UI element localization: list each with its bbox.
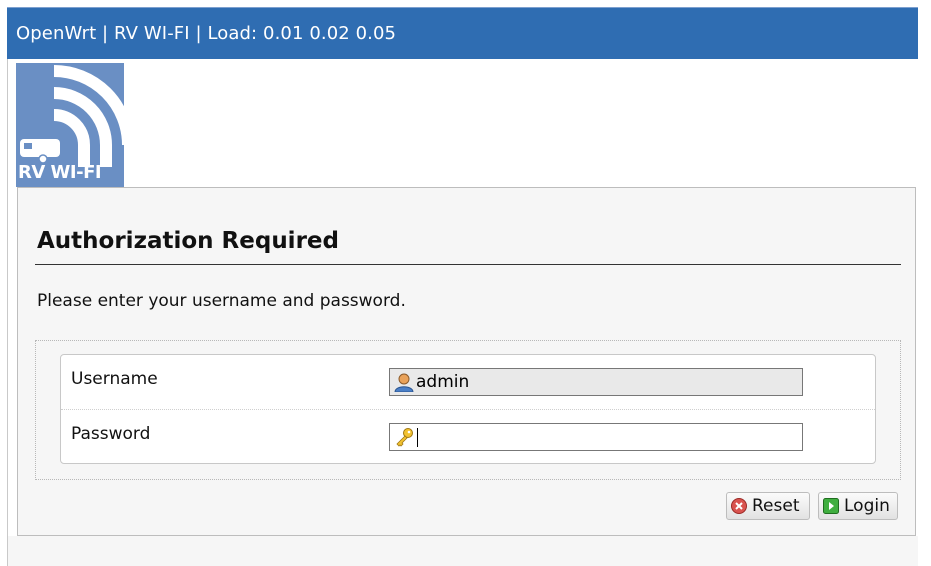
reset-label: Reset xyxy=(752,496,800,516)
username-value: admin xyxy=(416,372,470,392)
page-title: Authorization Required xyxy=(37,228,339,254)
username-label: Username xyxy=(71,369,158,389)
header-title: OpenWrt | RV WI-FI | Load: 0.01 0.02 0.0… xyxy=(16,23,397,44)
password-label: Password xyxy=(71,424,151,444)
reset-icon xyxy=(731,498,747,514)
page-footer-area xyxy=(8,536,918,566)
username-field[interactable]: admin xyxy=(389,368,803,396)
reset-button[interactable]: Reset xyxy=(726,492,810,520)
text-cursor xyxy=(417,428,418,447)
login-fieldset: Username admin Password xyxy=(35,340,901,480)
login-icon xyxy=(823,498,839,514)
logo-text: RV WI-FI xyxy=(18,162,102,183)
login-label: Login xyxy=(844,496,890,516)
password-field[interactable] xyxy=(389,423,803,451)
username-row: Username admin xyxy=(61,355,875,410)
rv-wifi-logo: RV WI-FI xyxy=(16,63,134,187)
login-button[interactable]: Login xyxy=(818,492,898,520)
header-bar: OpenWrt | RV WI-FI | Load: 0.01 0.02 0.0… xyxy=(7,7,918,59)
login-form: Username admin Password xyxy=(60,354,876,464)
instructions-text: Please enter your username and password. xyxy=(37,291,406,311)
user-icon xyxy=(394,373,414,392)
title-divider xyxy=(35,264,901,265)
password-row: Password xyxy=(61,410,875,464)
login-panel: Authorization Required Please enter your… xyxy=(17,187,916,536)
key-icon xyxy=(396,428,413,447)
